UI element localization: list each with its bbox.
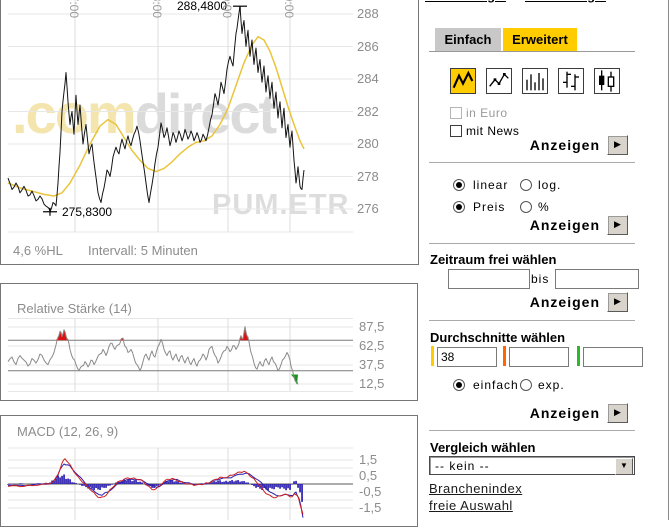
anzeigen-label-3: Anzeigen [490,294,600,310]
macd-title: MACD (12, 26, 9) [17,424,118,439]
durchschnitte-heading: Durchschnitte wählen [430,330,565,345]
tab-erweitert[interactable]: Erweitert [503,28,577,51]
branchenindex-link[interactable]: Branchenindex [429,481,522,496]
comdirect-watermark: .comdirect [12,86,275,142]
freie-auswahl-link[interactable]: freie Auswahl [429,498,513,513]
price-axis-label: 282 [357,104,379,119]
mit-news-label: mit News [466,124,519,138]
percent-label: % [538,200,550,214]
linear-label: linear [473,178,508,192]
zeitraum-heading: Zeitraum frei wählen [430,252,556,267]
tab-einfach[interactable]: Einfach [435,28,501,51]
candlestick-chart-icon [595,69,619,93]
rsi-axis-label: 87,5 [359,319,384,334]
price-axis-label: 280 [357,136,379,151]
price-axis-label: 288 [357,6,379,21]
avg2-color-bar [503,346,506,366]
vergleich-dropdown[interactable]: -- kein -- ▼ [429,456,635,475]
chart-settings-sidebar: Einstellung 2 Einstellung 3 Einfach Erwe… [420,0,672,520]
einstellung-3-link[interactable]: Einstellung 3 [525,0,606,3]
low-price-marker-label: 275,8300 [62,205,112,219]
rsi-axis-label: 37,5 [359,357,384,372]
zeitraum-from-input[interactable] [448,269,530,289]
time-axis-label: 10:00 [282,0,296,18]
time-axis-label: 09:00 [220,0,234,18]
chart-type-line-button[interactable] [450,68,476,94]
section-divider [429,243,635,244]
macd-axis-label: -0,5 [359,484,381,499]
avg1-input[interactable] [437,347,497,367]
avg3-color-bar [577,346,580,366]
anzeigen-button-2[interactable]: ▶ [607,215,628,235]
ohlc-chart-icon [559,69,583,93]
price-axis-label: 276 [357,201,379,216]
chart-type-bars-button[interactable] [522,68,548,94]
price-axis-label: 278 [357,169,379,184]
macd-axis-label: -1,5 [359,500,381,515]
ticker-watermark: PUM.ETR [212,189,350,222]
watermark-direct: direct [135,82,276,145]
chart-type-line-dots-button[interactable] [486,68,512,94]
page-right-border [668,0,669,520]
anzeigen-button-4[interactable]: ▶ [607,403,628,423]
section-divider [429,320,635,321]
mit-news-checkbox[interactable] [450,125,462,137]
line-chart-icon [451,69,475,93]
zeitraum-to-input[interactable] [555,269,639,289]
exp-label: exp. [538,378,565,392]
interval-label: Intervall: 5 Minuten [88,243,198,258]
vergleich-selected-value: -- kein -- [435,459,490,473]
linear-radio[interactable] [453,179,465,191]
anzeigen-button-1[interactable]: ▶ [607,135,628,155]
log-radio[interactable] [520,179,532,191]
macd-axis-label: 0,5 [359,468,377,483]
bar-chart-icon [523,69,547,93]
anzeigen-label-4: Anzeigen [490,405,600,421]
einstellung-2-link[interactable]: Einstellung 2 [425,0,506,3]
log-label: log. [538,178,561,192]
avg1-color-bar [431,346,434,366]
avg2-input[interactable] [509,347,569,367]
chart-type-candlestick-button[interactable] [594,68,620,94]
anzeigen-label-1: Anzeigen [490,137,600,153]
line-dots-chart-icon [487,69,511,93]
tab-underline [429,51,635,52]
rsi-title: Relative Stärke (14) [17,301,132,316]
price-axis-label: 286 [357,39,379,54]
exp-radio[interactable] [520,379,532,391]
avg3-input[interactable] [583,347,643,367]
rsi-axis-label: 62,5 [359,338,384,353]
preis-radio[interactable] [453,201,465,213]
bis-label: bis [531,272,549,286]
price-axis-label: 284 [357,71,379,86]
macd-axis-label: 1,5 [359,452,377,467]
dropdown-arrow-icon[interactable]: ▼ [615,458,633,475]
time-axis-label: 08:00 [150,0,164,18]
rsi-axis-label: 12,5 [359,376,384,391]
in-euro-checkbox[interactable] [450,107,462,119]
percent-hl-label: 4,6 %HL [13,243,63,258]
section-divider [429,430,635,431]
in-euro-label: in Euro [466,106,508,120]
einfach-label: einfach [473,378,519,392]
time-axis-label: 07:00 [67,0,81,18]
anzeigen-button-3[interactable]: ▶ [607,292,628,312]
anzeigen-label-2: Anzeigen [490,217,600,233]
percent-radio[interactable] [520,201,532,213]
einfach-radio[interactable] [453,379,465,391]
chart-type-ohlc-button[interactable] [558,68,584,94]
preis-label: Preis [473,200,505,214]
section-divider [429,162,635,163]
watermark-com: .com [12,82,135,145]
vergleich-heading: Vergleich wählen [430,440,536,455]
